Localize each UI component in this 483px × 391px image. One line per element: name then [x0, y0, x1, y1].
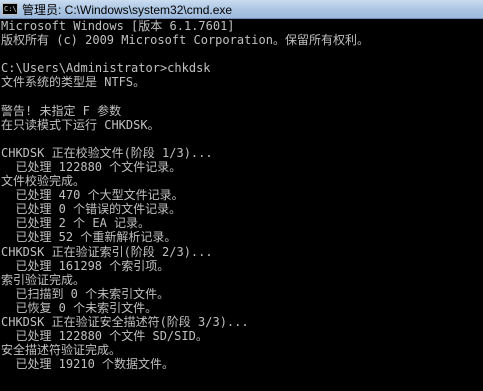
console-line: 已处理 52 个重新解析记录。: [1, 230, 177, 245]
console-line: 文件校验完成。: [1, 174, 86, 189]
window-title: 管理员: C:\Windows\system32\cmd.exe: [22, 2, 233, 17]
console-line: CHKDSK 正在验证安全描述符(阶段 3/3)...: [1, 314, 249, 329]
console-line: 已处理 0 个错误的文件记录。: [1, 202, 182, 217]
console-line: 已处理 161298 个索引项。: [1, 258, 170, 273]
console-output[interactable]: Microsoft Windows [版本 6.1.7601] 版权所有 (c)…: [0, 19, 483, 391]
console-line: 警告! 未指定 F 参数: [1, 103, 122, 118]
console-line: 已扫描到 0 个未索引文件。: [1, 286, 170, 301]
console-icon[interactable]: C:\: [2, 3, 18, 15]
console-line: 在只读模式下运行 CHKDSK。: [1, 117, 160, 132]
console-line: 文件系统的类型是 NTFS。: [1, 75, 146, 90]
console-line: Microsoft Windows [版本 6.1.7601]: [1, 19, 235, 33]
console-line: CHKDSK 正在验证索引(阶段 2/3)...: [1, 244, 213, 259]
console-line: 已处理 2 个 EA 记录。: [1, 216, 151, 231]
console-line: 索引验证完成。: [1, 272, 86, 287]
cmd-window: C:\ 管理员: C:\Windows\system32\cmd.exe Mic…: [0, 0, 483, 391]
console-line: CHKDSK 正在校验文件(阶段 1/3)...: [1, 145, 213, 160]
console-line: 已处理 19210 个数据文件。: [1, 357, 175, 372]
console-line: 已恢复 0 个未索引文件。: [1, 300, 158, 315]
console-line: 已处理 470 个大型文件记录。: [1, 188, 184, 203]
console-line: 已处理 122880 个文件记录。: [1, 159, 182, 174]
console-line: C:\Users\Administrator>chkdsk: [1, 61, 211, 76]
title-bar[interactable]: C:\ 管理员: C:\Windows\system32\cmd.exe: [0, 0, 483, 19]
console-line: 已处理 122880 个文件 SD/SID。: [1, 329, 208, 344]
console-line: 版权所有 (c) 2009 Microsoft Corporation。保留所有…: [1, 33, 369, 48]
console-line: 安全描述符验证完成。: [1, 343, 122, 358]
